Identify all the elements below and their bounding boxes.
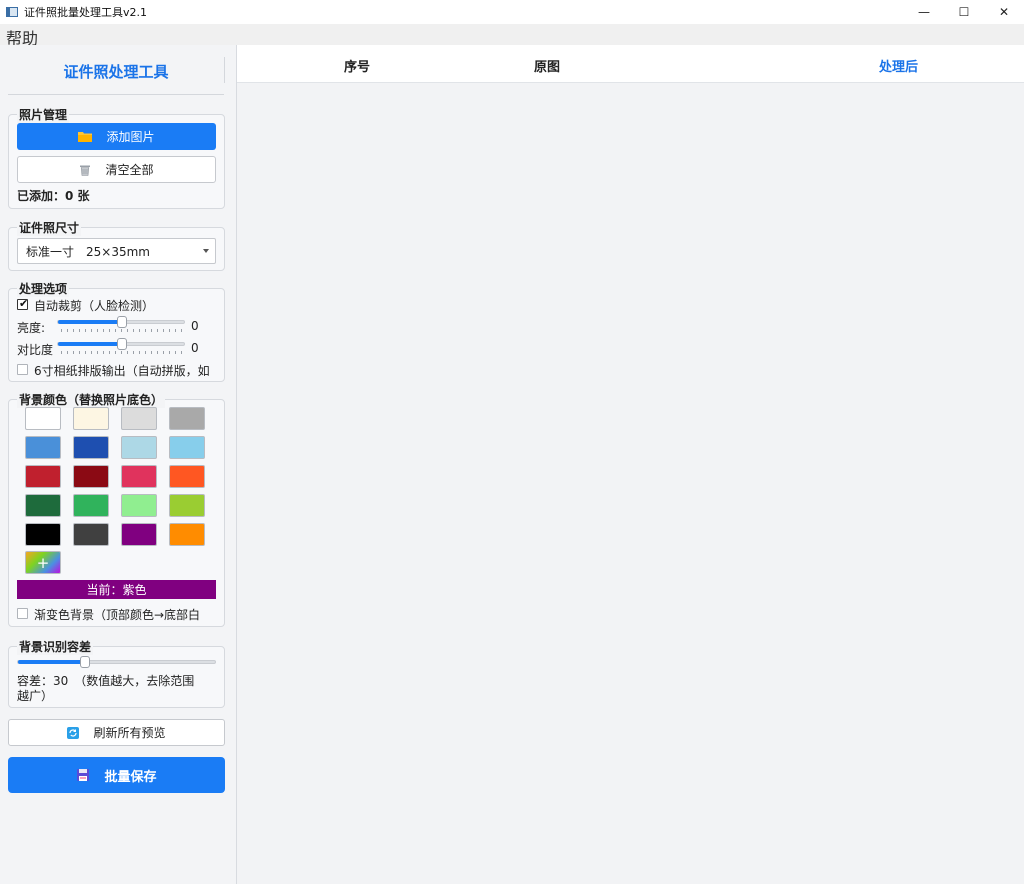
brightness-ticks: [61, 329, 185, 332]
photo-management-label: 照片管理: [17, 106, 70, 123]
app-icon: [6, 7, 18, 17]
color-swatch[interactable]: [73, 465, 109, 488]
added-count: 已添加：0 张: [17, 189, 90, 203]
background-color-group: 背景颜色（替换照片底色） + 当前：紫色 渐变色背景（顶部颜色→底部白: [8, 391, 225, 627]
size-selected-value: 标准一寸 25×35mm: [26, 244, 150, 259]
trash-icon: [79, 164, 91, 176]
color-swatch[interactable]: [73, 436, 109, 459]
add-color-button[interactable]: +: [25, 551, 61, 574]
minimize-button[interactable]: —: [904, 0, 944, 24]
maximize-button[interactable]: ☐: [944, 0, 984, 24]
window-title: 证件照批量处理工具v2.1: [24, 6, 148, 19]
color-swatch[interactable]: [73, 523, 109, 546]
add-image-label: 添加图片: [106, 130, 155, 144]
brightness-slider[interactable]: [57, 316, 185, 328]
color-swatch[interactable]: [25, 523, 61, 546]
photo-management-group: 照片管理 添加图片 清空全部 已添加：0 张: [8, 106, 225, 209]
clear-all-button[interactable]: 清空全部: [17, 156, 216, 183]
color-swatch[interactable]: [121, 407, 157, 430]
sidebar: 证件照处理工具 照片管理 添加图片 清空全部 已添加：0 张 证件照尺寸 标准一…: [0, 45, 237, 884]
contrast-slider[interactable]: [57, 338, 185, 350]
divider: [89, 288, 219, 289]
divider: [113, 646, 219, 647]
contrast-ticks: [61, 351, 185, 354]
auto-crop-label: 自动裁剪（人脸检测）: [34, 299, 155, 313]
table-header: 序号 原图 处理后: [237, 45, 1024, 83]
color-swatch[interactable]: [73, 407, 109, 430]
auto-crop-checkbox[interactable]: ✔: [17, 297, 29, 310]
menu-bar: 帮助: [0, 24, 1024, 48]
color-swatch[interactable]: [73, 494, 109, 517]
tolerance-group: 背景识别容差 容差：30 （数值越大，去除范围 越广）: [8, 638, 225, 708]
processing-options-label: 处理选项: [17, 280, 70, 297]
clear-all-label: 清空全部: [105, 163, 154, 177]
column-header-index[interactable]: 序号: [344, 56, 370, 75]
check-icon: ✔: [19, 297, 29, 310]
refresh-preview-button[interactable]: 刷新所有预览: [8, 719, 225, 746]
color-swatch[interactable]: [121, 523, 157, 546]
column-header-original[interactable]: 原图: [534, 56, 560, 75]
add-image-button[interactable]: 添加图片: [17, 123, 216, 150]
folder-icon: [78, 131, 93, 142]
current-color-bar: 当前：紫色: [17, 580, 216, 599]
contrast-fill: [58, 342, 122, 346]
title-bar: 证件照批量处理工具v2.1 — ☐ ✕: [0, 0, 1024, 24]
divider: [177, 399, 219, 400]
main-content: 序号 原图 处理后: [237, 45, 1024, 884]
color-swatch[interactable]: [121, 465, 157, 488]
plus-icon: +: [36, 553, 50, 572]
color-swatch[interactable]: [169, 465, 205, 488]
save-icon: [76, 768, 90, 782]
color-swatch[interactable]: [169, 407, 205, 430]
sidebar-title: 证件照处理工具: [63, 62, 169, 81]
brightness-value: 0: [191, 319, 199, 333]
color-swatch[interactable]: [169, 523, 205, 546]
layout-6inch-label: 6寸相纸排版输出（自动拼版，如: [34, 364, 210, 378]
close-button[interactable]: ✕: [984, 0, 1024, 24]
contrast-label: 对比度: [17, 343, 53, 357]
photo-size-label: 证件照尺寸: [17, 219, 82, 236]
tolerance-slider[interactable]: [17, 656, 216, 668]
color-swatch[interactable]: [25, 436, 61, 459]
window-controls: — ☐ ✕: [904, 0, 1024, 24]
refresh-preview-label: 刷新所有预览: [93, 726, 166, 740]
tolerance-label: 背景识别容差: [17, 638, 94, 655]
chevron-down-icon: [203, 249, 209, 253]
tolerance-handle[interactable]: [80, 656, 90, 668]
color-swatch[interactable]: [169, 494, 205, 517]
contrast-value: 0: [191, 341, 199, 355]
color-swatch[interactable]: [121, 436, 157, 459]
batch-save-label: 批量保存: [104, 769, 157, 785]
tolerance-text-line2: 越广）: [17, 689, 54, 703]
divider: [224, 57, 225, 83]
color-swatch[interactable]: [25, 494, 61, 517]
size-select[interactable]: 标准一寸 25×35mm: [17, 238, 216, 264]
gradient-checkbox[interactable]: [17, 608, 28, 619]
color-swatch[interactable]: [169, 436, 205, 459]
color-swatch[interactable]: [25, 407, 61, 430]
refresh-icon: [67, 726, 80, 739]
batch-save-button[interactable]: 批量保存: [8, 757, 225, 793]
photo-size-group: 证件照尺寸 标准一寸 25×35mm: [8, 219, 225, 271]
color-swatch[interactable]: [25, 465, 61, 488]
brightness-label: 亮度:: [17, 321, 46, 335]
divider: [101, 227, 219, 228]
divider: [8, 94, 224, 95]
contrast-handle[interactable]: [117, 338, 127, 350]
column-header-processed[interactable]: 处理后: [879, 56, 918, 75]
divider: [89, 114, 219, 115]
brightness-handle[interactable]: [117, 316, 127, 328]
background-color-label: 背景颜色（替换照片底色）: [17, 391, 166, 408]
layout-6inch-checkbox[interactable]: [17, 364, 28, 375]
tolerance-fill: [18, 660, 86, 664]
gradient-label: 渐变色背景（顶部颜色→底部白: [34, 608, 201, 622]
processing-options-group: 处理选项 ✔ 自动裁剪（人脸检测） 亮度: 0 对比度 0 6寸相纸排版输出（自…: [8, 280, 225, 382]
color-swatch[interactable]: [121, 494, 157, 517]
brightness-fill: [58, 320, 122, 324]
